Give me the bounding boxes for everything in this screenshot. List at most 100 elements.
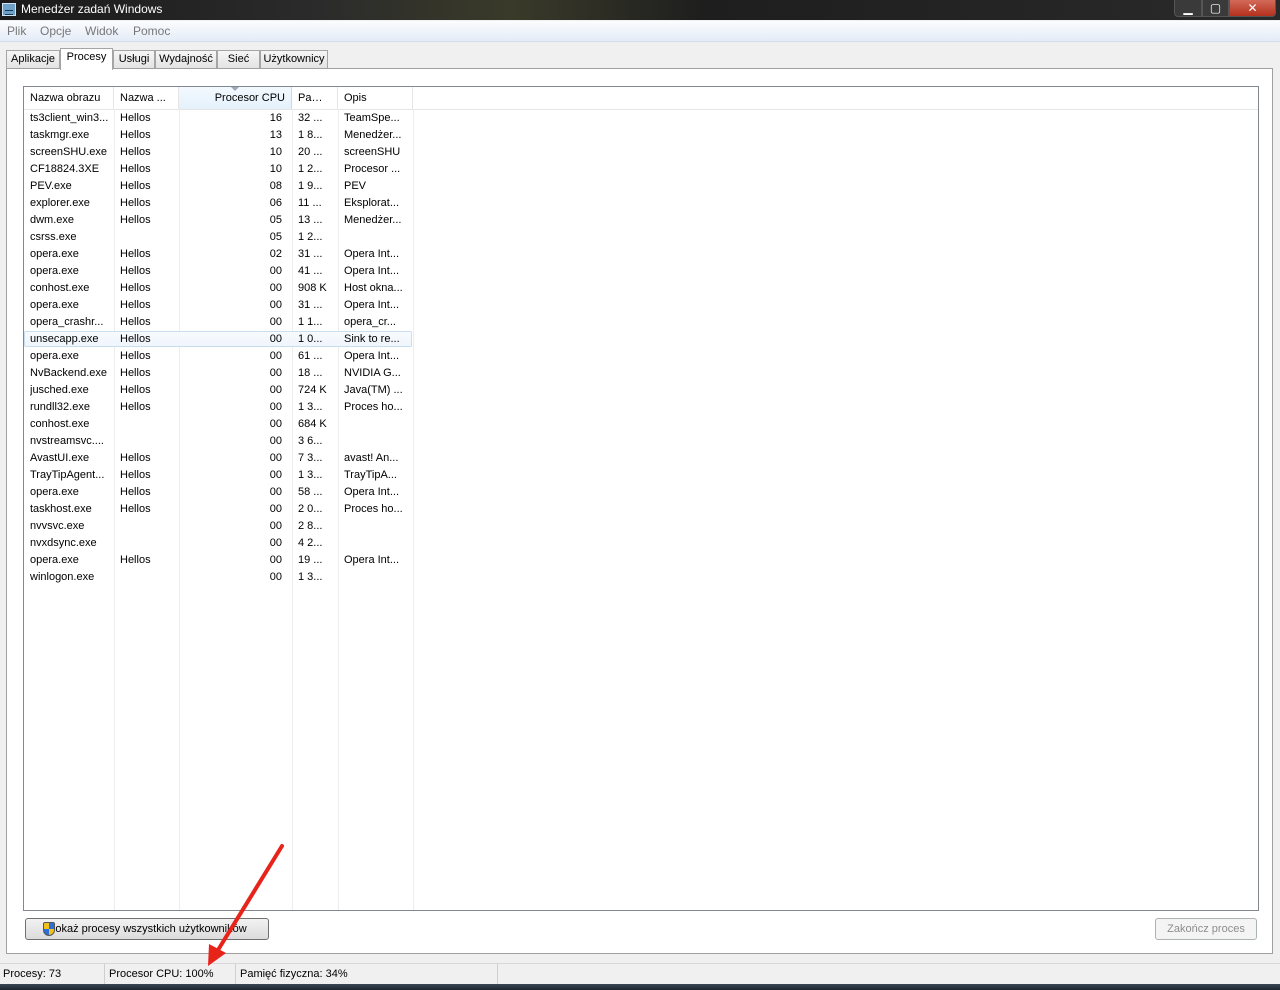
table-row[interactable]: nvxdsync.exe 00 4 2... <box>24 535 1258 552</box>
table-row[interactable]: unsecapp.exe Hellos 00 1 0... Sink to re... <box>24 331 1258 348</box>
tab-siec[interactable]: Sieć <box>217 50 260 68</box>
tab-uzytkownicy[interactable]: Użytkownicy <box>260 50 328 68</box>
table-row[interactable]: taskmgr.exe Hellos 13 1 8... Menedżer... <box>24 127 1258 144</box>
table-row[interactable]: opera_crashr... Hellos 00 1 1... opera_cr... <box>24 314 1258 331</box>
table-row[interactable]: opera.exe Hellos 00 41 ... Opera Int... <box>24 263 1258 280</box>
cell-memory: 1 1... <box>298 316 323 328</box>
cell-user-name <box>120 230 180 247</box>
cell-image-name: conhost.exe <box>30 418 90 430</box>
cell-user-name: Hellos <box>120 112 151 124</box>
table-row[interactable]: opera.exe Hellos 00 61 ... Opera Int... <box>24 348 1258 365</box>
column-header-user[interactable]: Nazwa ... <box>114 87 179 109</box>
cell-user-name: Hellos <box>120 180 151 192</box>
tab-wydajnosc[interactable]: Wydajność <box>155 50 217 68</box>
status-process-count: Procesy: 73 <box>0 964 105 985</box>
cell-user-name: Hellos <box>120 350 151 362</box>
cell-image-name: csrss.exe <box>30 231 77 243</box>
cell-description: Eksplorat... <box>344 197 400 209</box>
cell-cpu: 08 <box>269 180 282 192</box>
cell-image-name: opera.exe <box>30 248 79 260</box>
cell-image-name: TrayTipAgent... <box>30 469 105 481</box>
cell-memory: 684 K <box>298 418 327 430</box>
table-row[interactable]: winlogon.exe 00 1 3... <box>24 569 1258 586</box>
cell-user-name: Hellos <box>120 146 151 158</box>
table-row[interactable]: nvvsvc.exe 00 2 8... <box>24 518 1258 535</box>
tab-uslugi[interactable]: Usługi <box>113 50 155 68</box>
show-all-users-button[interactable]: Pokaż procesy wszystkich użytkowników <box>25 918 269 940</box>
cell-description: Java(TM) ... <box>344 384 403 396</box>
cell-image-name: taskmgr.exe <box>30 129 90 141</box>
process-list[interactable]: Nazwa obrazu Nazwa ... Procesor CPU Pami… <box>23 86 1259 911</box>
cell-image-name: dwm.exe <box>30 214 75 226</box>
table-row[interactable]: screenSHU.exe Hellos 10 20 ... screenSHU <box>24 144 1258 161</box>
table-row[interactable]: csrss.exe 05 1 2... <box>24 229 1258 246</box>
cell-cpu: 00 <box>269 452 282 464</box>
menu-pomoc[interactable]: Pomoc <box>133 24 170 38</box>
table-row[interactable]: opera.exe Hellos 00 31 ... Opera Int... <box>24 297 1258 314</box>
cell-user-name: Hellos <box>120 282 151 294</box>
cell-user-name: Hellos <box>120 367 151 379</box>
cell-image-name: unsecapp.exe <box>30 333 99 345</box>
title-bar: Menedżer zadań Windows ▁ ▢ ✕ <box>0 0 1280 20</box>
close-button[interactable]: ✕ <box>1229 0 1276 17</box>
cell-user-name <box>120 536 180 553</box>
table-row[interactable]: conhost.exe 00 684 K <box>24 416 1258 433</box>
table-row[interactable]: AvastUI.exe Hellos 00 7 3... avast! An... <box>24 450 1258 467</box>
table-row[interactable]: NvBackend.exe Hellos 00 18 ... NVIDIA G... <box>24 365 1258 382</box>
cell-description: PEV <box>344 180 367 192</box>
menu-widok[interactable]: Widok <box>85 24 118 38</box>
cell-user-name: Hellos <box>120 503 151 515</box>
menu-opcje[interactable]: Opcje <box>40 24 71 38</box>
table-row[interactable]: opera.exe Hellos 00 19 ... Opera Int... <box>24 552 1258 569</box>
table-row[interactable]: conhost.exe Hellos 00 908 K Host okna... <box>24 280 1258 297</box>
minimize-button[interactable]: ▁ <box>1174 0 1202 17</box>
table-row[interactable]: PEV.exe Hellos 08 1 9... PEV <box>24 178 1258 195</box>
cell-description: Opera Int... <box>344 486 400 498</box>
table-row[interactable]: opera.exe Hellos 00 58 ... Opera Int... <box>24 484 1258 501</box>
menu-plik[interactable]: Plik <box>7 24 26 38</box>
cell-cpu: 13 <box>269 129 282 141</box>
cell-image-name: screenSHU.exe <box>30 146 108 158</box>
cell-user-name <box>120 417 180 434</box>
end-process-button[interactable]: Zakończ proces <box>1155 918 1257 940</box>
column-header-name[interactable]: Nazwa obrazu <box>24 87 114 109</box>
column-header-memory[interactable]: Pami... <box>292 87 338 109</box>
maximize-button[interactable]: ▢ <box>1202 0 1229 17</box>
cell-description: Opera Int... <box>344 299 400 311</box>
table-row[interactable]: rundll32.exe Hellos 00 1 3... Proces ho... <box>24 399 1258 416</box>
table-row[interactable]: explorer.exe Hellos 06 11 ... Eksplorat... <box>24 195 1258 212</box>
cell-image-name: opera.exe <box>30 299 79 311</box>
column-header-cpu[interactable]: Procesor CPU <box>179 87 292 109</box>
table-row[interactable]: ts3client_win3... Hellos 16 32 ... TeamSpe..… <box>24 110 1258 127</box>
cell-image-name: PEV.exe <box>30 180 72 192</box>
cell-description <box>344 570 406 587</box>
cell-cpu: 00 <box>269 282 282 294</box>
table-row[interactable]: dwm.exe Hellos 05 13 ... Menedżer... <box>24 212 1258 229</box>
sort-descending-icon <box>231 87 239 91</box>
cell-cpu: 10 <box>269 163 282 175</box>
uac-shield-icon <box>43 922 55 936</box>
cell-memory: 2 8... <box>298 520 323 532</box>
show-all-users-label: Pokaż procesy wszystkich użytkowników <box>48 923 247 935</box>
table-row[interactable]: opera.exe Hellos 02 31 ... Opera Int... <box>24 246 1258 263</box>
cell-description: avast! An... <box>344 452 399 464</box>
cell-memory: 11 ... <box>298 197 322 209</box>
cell-memory: 1 2... <box>298 231 323 243</box>
cell-image-name: rundll32.exe <box>30 401 90 413</box>
cell-user-name: Hellos <box>120 316 151 328</box>
table-row[interactable]: taskhost.exe Hellos 00 2 0... Proces ho... <box>24 501 1258 518</box>
cell-description: Sink to re... <box>344 333 400 345</box>
table-row[interactable]: TrayTipAgent... Hellos 00 1 3... TrayTipA... <box>24 467 1258 484</box>
tab-procesy[interactable]: Procesy <box>60 48 113 70</box>
cell-image-name: AvastUI.exe <box>30 452 90 464</box>
status-physical-memory: Pamięć fizyczna: 34% <box>236 964 498 985</box>
cell-description: Opera Int... <box>344 265 400 277</box>
column-header-description[interactable]: Opis <box>338 87 413 109</box>
tab-aplikacje[interactable]: Aplikacje <box>6 50 60 68</box>
table-row[interactable]: CF18824.3XE Hellos 10 1 2... Procesor ... <box>24 161 1258 178</box>
cell-cpu: 00 <box>269 435 282 447</box>
table-row[interactable]: nvstreamsvc.... 00 3 6... <box>24 433 1258 450</box>
table-row[interactable]: jusched.exe Hellos 00 724 K Java(TM) ... <box>24 382 1258 399</box>
cell-user-name: Hellos <box>120 129 151 141</box>
cell-user-name: Hellos <box>120 299 151 311</box>
